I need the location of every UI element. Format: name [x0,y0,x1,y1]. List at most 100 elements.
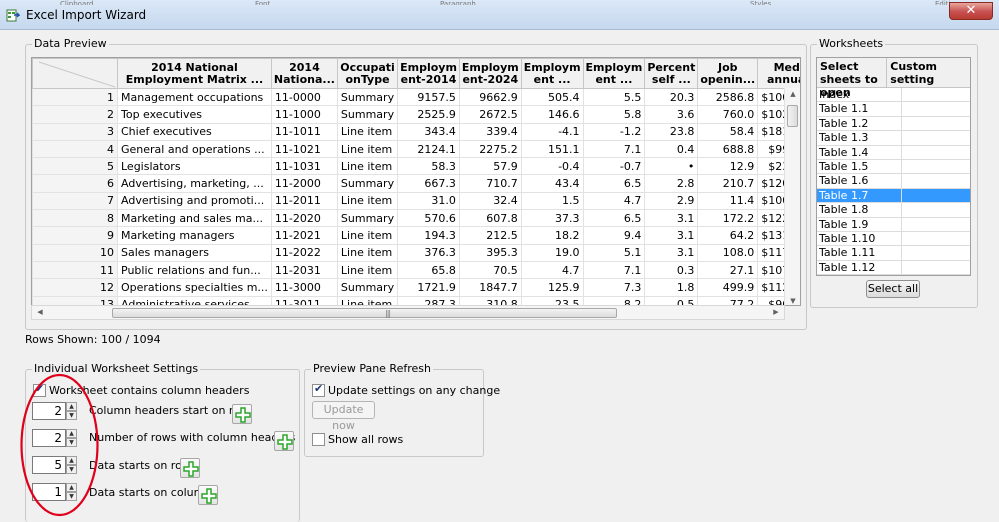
table-cell: -1.2 [582,122,646,141]
worksheets-label: Worksheets [817,37,886,50]
worksheet-custom-setting[interactable] [902,117,904,130]
table-cell: 6.5 [582,209,646,228]
table-cell: 343.4 [397,122,460,141]
column-header[interactable]: Employm ent-2024 [458,58,522,89]
table-cell: 667.3 [397,174,460,193]
worksheet-item[interactable]: Table 1.4 [817,145,970,160]
scroll-right-arrow-icon[interactable]: ▶ [768,308,784,316]
table-cell: 376.3 [397,243,460,262]
table-cell: 64.2 [697,226,759,245]
header-start-row-plus-button[interactable] [232,404,252,424]
row-number: 6 [32,174,118,193]
table-row[interactable]: 9 Marketing managers 11-2021 Line item 194.3… [32,226,800,245]
column-header[interactable]: Employm ent-2014 [397,58,460,89]
table-cell: Top executives [117,105,272,124]
update-any-change-checkbox[interactable]: ✔ [312,382,325,397]
worksheet-item[interactable]: Table 1.2 [817,116,970,132]
horizontal-scroll-thumb[interactable]: ||| [112,308,617,318]
worksheet-name: Table 1.7 [817,188,902,203]
table-row[interactable]: 11 Public relations and fun... 11-2031 Line… [32,260,800,280]
row-number: 9 [32,226,118,245]
table-row[interactable]: 4 General and operations ... 11-1021 Line i… [32,139,800,159]
scroll-up-arrow-icon[interactable]: ▲ [785,90,800,98]
row-number: 3 [32,122,118,141]
worksheet-custom-setting[interactable] [902,246,904,259]
table-row[interactable]: 2 Top executives 11-1000 Summary 2525.9 2672.… [32,105,800,124]
scroll-left-arrow-icon[interactable]: ◀ [32,308,48,316]
worksheet-custom-setting[interactable] [902,232,904,245]
worksheet-custom-setting[interactable] [902,189,904,202]
update-now-button[interactable]: Update now [312,401,375,432]
table-cell: 570.6 [397,209,460,228]
header-row-count-plus-button[interactable] [274,431,294,451]
table-row[interactable]: 6 Advertising, marketing, ... 11-2000 Summa… [32,174,800,193]
select-all-button[interactable]: Select all [866,280,920,298]
table-row[interactable]: 7 Advertising and promoti... 11-2011 Line i… [32,191,800,211]
worksheet-item[interactable]: Table 1.1 [817,102,970,117]
table-row[interactable]: 12 Operations specialties m... 11-3000 Summ… [32,278,800,297]
table-cell: 710.7 [458,174,522,193]
worksheet-custom-setting[interactable] [902,88,904,101]
worksheet-custom-setting[interactable] [902,160,904,173]
worksheet-custom-setting[interactable] [902,174,904,187]
table-cell: 0.4 [644,139,699,159]
worksheet-item[interactable]: Table 1.3 [817,131,970,146]
table-cell: 19.0 [520,243,584,262]
header-row-count-label: Number of rows with column headers [89,431,296,444]
worksheet-item[interactable]: Table 1.6 [817,174,970,189]
worksheet-item[interactable]: Table 1.5 [817,159,970,175]
grid-horizontal-scrollbar[interactable]: ◀ ||| ▶ [31,305,785,320]
worksheet-name: Table 1.5 [817,159,902,174]
scroll-down-arrow-icon[interactable]: ▼ [785,297,800,305]
table-cell: 7.3 [582,278,646,297]
data-preview-grid[interactable]: 2014 National Employment Matrix ... 2014… [31,57,801,306]
table-row[interactable]: 3 Chief executives 11-1011 Line item 343.4 33… [32,122,800,141]
worksheet-item[interactable]: Table 1.8 [817,203,970,218]
worksheet-item[interactable]: Table 1.7 [817,188,970,204]
grid-vertical-scrollbar[interactable]: ▲ ▼ [784,88,800,305]
worksheet-item[interactable]: Table 1.11 [817,246,970,261]
title-bar: Clipboard Font Paragraph Styles Editing … [0,0,999,30]
table-cell: 2.8 [644,174,699,193]
worksheet-item[interactable]: Table 1.12 [817,260,970,276]
worksheet-custom-setting[interactable] [902,146,904,159]
column-header[interactable]: 2014 Nationa... [270,58,338,89]
row-number: 10 [32,243,118,262]
ribbon-ghost-styles: Styles [750,0,772,5]
worksheet-custom-setting[interactable] [902,102,904,115]
data-start-row-label: Data starts on row [89,459,191,472]
column-header[interactable]: Percent self ... [644,58,699,89]
worksheet-custom-setting[interactable] [902,203,904,216]
table-row[interactable]: 1 Management occupations 11-0000 Summary 915… [32,87,800,107]
worksheet-item[interactable]: Table 1.9 [817,217,970,232]
table-row[interactable]: 5 Legislators 11-1031 Line item 58.3 57.9 -0.4… [32,157,800,176]
worksheet-item[interactable]: Index [817,88,970,103]
table-cell: Summary [336,105,399,124]
column-header[interactable]: Job openin... [697,58,759,89]
row-number: 1 [32,87,118,107]
column-header[interactable]: Employm ent ... [582,58,646,89]
window-title: Excel Import Wizard [26,8,147,22]
worksheet-item[interactable]: Table 1.10 [817,231,970,247]
data-start-row-plus-button[interactable] [180,458,200,478]
show-all-rows-checkbox[interactable] [312,433,325,446]
header-start-row-label: Column headers start on row [89,404,249,417]
column-header[interactable]: Employm ent ... [520,58,584,89]
data-start-col-plus-button[interactable] [198,485,218,505]
table-cell: Summary [336,87,399,107]
worksheet-custom-setting[interactable] [902,131,904,144]
table-cell: 18.2 [520,226,584,245]
vertical-scroll-thumb[interactable] [787,105,798,127]
table-row[interactable]: 8 Marketing and sales ma... 11-2020 Summary… [32,209,800,228]
grip-icon: ||| [385,309,391,318]
worksheet-custom-setting[interactable] [902,261,904,274]
column-header[interactable]: Occupati onType [336,58,399,89]
table-cell: Advertising, marketing, ... [117,174,272,193]
table-row[interactable]: 10 Sales managers 11-2022 Line item 376.3 395… [32,243,800,262]
close-button[interactable]: ✕ [949,2,993,20]
worksheet-custom-setting[interactable] [902,218,904,231]
column-header[interactable]: Median annual ... [757,58,800,89]
table-cell: Public relations and fun... [117,260,272,280]
table-cell: 4.7 [582,191,646,211]
column-header[interactable]: 2014 National Employment Matrix ... [117,58,272,89]
